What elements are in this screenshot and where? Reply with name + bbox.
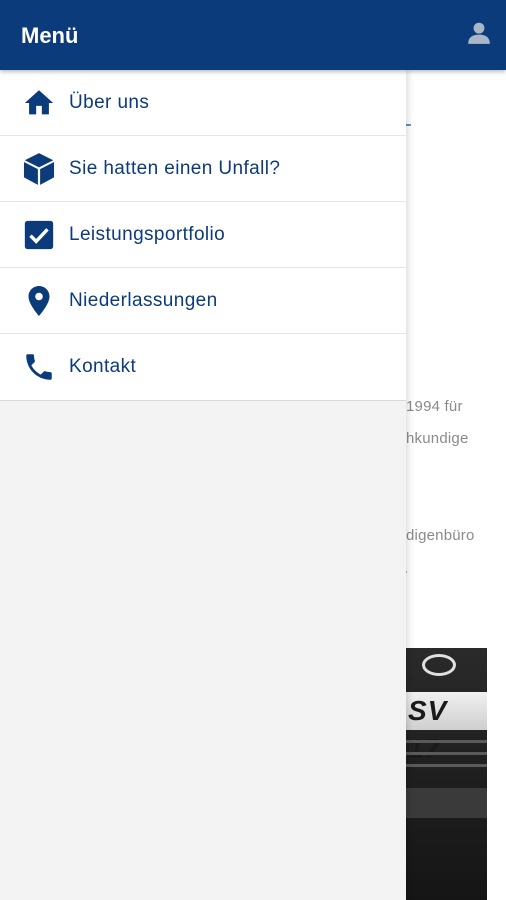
menu-item-label: Über uns [69, 91, 150, 113]
background-car-photo: SV 17 [406, 648, 487, 900]
menu-item-leistungsportfolio[interactable]: Leistungsportfolio [0, 202, 406, 268]
car-grille-line [406, 764, 487, 767]
top-app-bar: Menü [0, 0, 506, 70]
menu-item-kontakt[interactable]: Kontakt [0, 334, 406, 400]
menu-item-label: Sie hatten einen Unfall? [69, 157, 281, 179]
user-button[interactable] [462, 16, 496, 50]
checkbox-icon [20, 216, 58, 254]
background-text-line: 1994 für [406, 398, 463, 415]
menu-item-label: Niederlassungen [69, 289, 218, 311]
navigation-drawer: Über uns Sie hatten einen Unfall? Leistu… [0, 70, 406, 900]
menu-item-ueber-uns[interactable]: Über uns [0, 70, 406, 136]
background-text-line: digenbüro [406, 527, 475, 544]
car-grille-line [406, 752, 487, 755]
menu-list: Über uns Sie hatten einen Unfall? Leistu… [0, 70, 406, 401]
menu-item-label: Leistungsportfolio [69, 223, 226, 245]
background-text-line: hkundige [406, 430, 469, 447]
car-bumper [406, 788, 487, 818]
license-plate: SV 17 [406, 692, 487, 764]
page-title: Menü [21, 23, 79, 48]
home-icon [20, 84, 58, 122]
menu-item-unfall[interactable]: Sie hatten einen Unfall? [0, 136, 406, 202]
car-emblem [422, 654, 456, 676]
car-grille-line [406, 740, 487, 743]
phone-icon [20, 348, 58, 386]
cube-icon [20, 150, 58, 188]
menu-item-label: Kontakt [69, 356, 137, 377]
menu-item-niederlassungen[interactable]: Niederlassungen [0, 268, 406, 334]
user-icon [468, 22, 490, 44]
map-pin-icon [20, 282, 58, 320]
